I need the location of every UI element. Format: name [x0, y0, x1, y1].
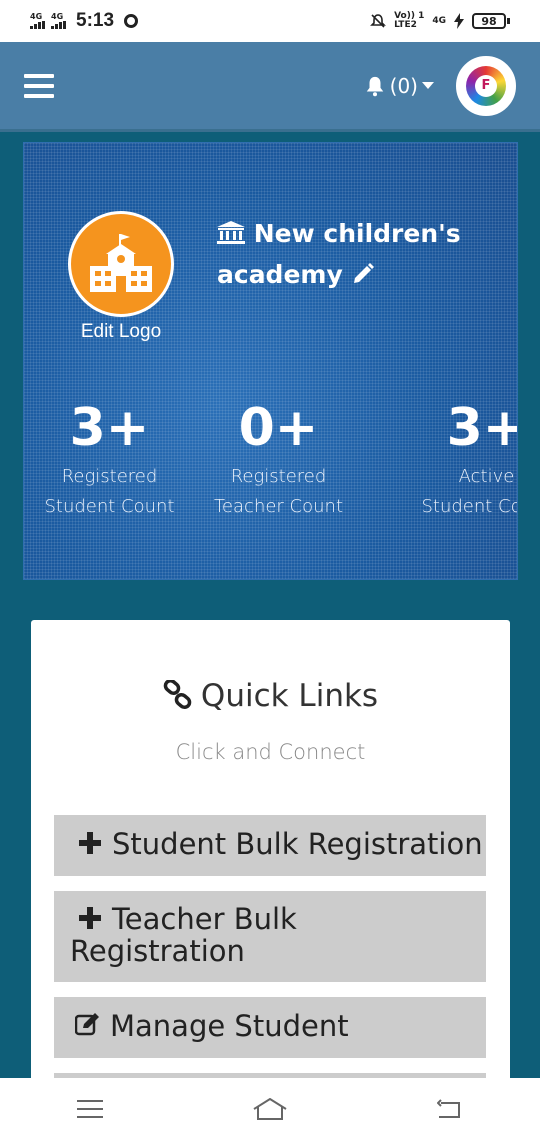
- school-name-text: New children's academy: [217, 219, 461, 289]
- stat-value: 3+: [446, 398, 517, 458]
- signal-icon: 4G: [51, 13, 66, 29]
- charging-icon: [454, 13, 464, 29]
- network-type: 4G: [51, 12, 64, 21]
- teacher-bulk-registration-button[interactable]: Teacher Bulk Registration: [54, 891, 486, 982]
- quick-links-card: Quick Links Click and Connect Student Bu…: [31, 620, 510, 1140]
- system-navigation-bar: [0, 1078, 540, 1140]
- student-bulk-registration-button[interactable]: Student Bulk Registration: [54, 815, 486, 876]
- quick-links-title: Quick Links: [31, 678, 510, 714]
- plus-icon: [76, 827, 104, 861]
- network-type: 4G: [432, 16, 446, 26]
- stat-label: Registered Teacher Count: [214, 466, 343, 517]
- school-name: New children's academy: [217, 213, 497, 295]
- volte-indicator: Vo)) 1 LTE2: [394, 11, 425, 30]
- home-button[interactable]: [250, 1094, 290, 1124]
- plus-icon: [76, 903, 104, 935]
- recent-apps-button[interactable]: [70, 1094, 110, 1124]
- link-icon: [163, 678, 192, 710]
- stat-label: Registered Student Count: [44, 466, 175, 517]
- institution-icon: [217, 221, 245, 244]
- status-left: 4G 4G 5:13: [30, 10, 139, 32]
- notifications-button[interactable]: (0): [364, 74, 434, 98]
- home-icon: [253, 1098, 287, 1120]
- stat-registered-teachers: 0+ Registered Teacher Count: [201, 398, 356, 522]
- stat-label: Active Student Count: [421, 466, 517, 517]
- school-logo[interactable]: [68, 211, 174, 317]
- school-building-icon: [90, 234, 152, 292]
- mute-icon: [370, 14, 386, 28]
- stat-value: 3+: [69, 398, 150, 458]
- notification-count: (0): [389, 73, 418, 98]
- menu-icon[interactable]: [24, 73, 54, 98]
- network-type: 4G: [30, 12, 43, 21]
- sync-icon: [124, 14, 139, 28]
- back-icon: [437, 1099, 460, 1118]
- battery-level: 98: [472, 13, 506, 29]
- quick-links-subtitle: Click and Connect: [175, 740, 366, 764]
- app-header: (0) F: [0, 42, 540, 132]
- stat-value: 0+: [238, 398, 319, 458]
- avatar-logo-icon: F: [466, 65, 506, 106]
- signal-icon: 4G: [30, 13, 45, 29]
- stat-registered-students: 3+ Registered Student Count: [32, 398, 187, 522]
- clock: 5:13: [76, 10, 115, 31]
- pencil-icon[interactable]: [351, 262, 375, 286]
- menu-lines-icon: [77, 1100, 103, 1118]
- edit-logo-link[interactable]: Edit Logo: [64, 321, 178, 343]
- back-button[interactable]: [430, 1094, 470, 1124]
- avatar[interactable]: F: [456, 55, 516, 116]
- bell-icon: [366, 76, 383, 96]
- edit-icon: [74, 1009, 102, 1043]
- chevron-down-icon: [422, 82, 434, 89]
- manage-student-button[interactable]: Manage Student: [54, 997, 486, 1058]
- status-bar: 4G 4G 5:13 Vo)) 1 LTE2 4G 98: [0, 0, 540, 42]
- stat-active-students: 3+ Active Student Count: [409, 398, 517, 522]
- status-right: Vo)) 1 LTE2 4G 98: [370, 12, 510, 30]
- battery-icon: 98: [472, 13, 510, 29]
- school-banner: Edit Logo New children's academy 3+ Regi…: [23, 142, 518, 580]
